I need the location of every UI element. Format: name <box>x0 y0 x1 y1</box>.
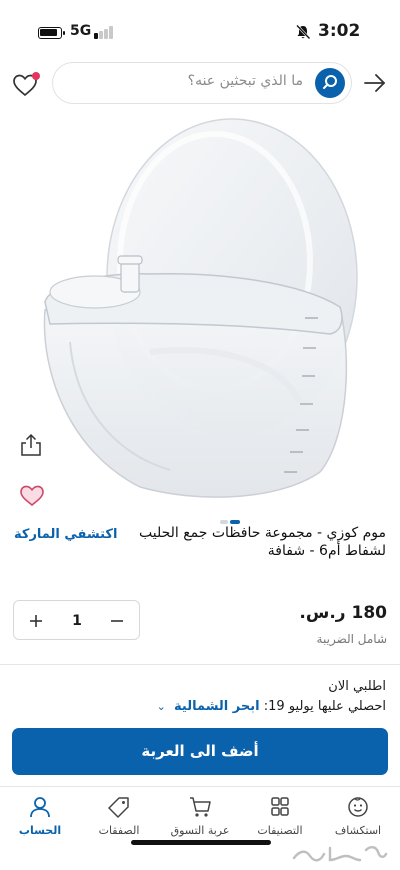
nav-explore[interactable]: استكشاف <box>320 795 396 837</box>
favorite-button[interactable] <box>18 482 46 508</box>
muted-bell-icon <box>296 24 311 40</box>
chevron-down-icon: ⌄ <box>156 700 166 713</box>
watermark-logo <box>292 846 388 862</box>
signal-icon <box>94 26 116 39</box>
search-bar[interactable] <box>52 62 352 104</box>
search-icon <box>323 75 337 89</box>
status-bar: 5G 3:02 <box>0 0 400 58</box>
clock: 3:02 <box>318 21 361 41</box>
minus-icon <box>111 620 123 622</box>
search-button[interactable] <box>315 68 345 98</box>
order-now-label: اطلبي الان <box>328 679 386 694</box>
nav-label: الصفقات <box>98 824 140 837</box>
nav-label: عربة التسوق <box>170 824 230 837</box>
increase-quantity-button[interactable] <box>16 601 56 641</box>
nav-cart[interactable]: عربة التسوق <box>162 795 238 837</box>
delivery-date: احصلي عليها يوليو 19: <box>263 699 386 714</box>
quantity-stepper: 1 <box>13 600 140 640</box>
nav-account[interactable]: الحساب <box>2 795 78 837</box>
plus-icon <box>30 615 42 627</box>
nav-label: الحساب <box>18 824 62 837</box>
home-indicator <box>131 840 271 845</box>
cart-icon <box>190 797 211 817</box>
back-arrow-icon[interactable] <box>362 70 388 96</box>
add-to-cart-button[interactable]: أضف الى العربة <box>12 728 388 775</box>
delivery-city[interactable]: ابحر الشمالية <box>174 699 260 714</box>
decrease-quantity-button[interactable] <box>97 601 137 641</box>
search-input[interactable] <box>83 73 303 89</box>
product-price: 180 ر.س. <box>299 603 387 623</box>
tax-note: شامل الضريبة <box>316 632 387 646</box>
delivery-estimate[interactable]: احصلي عليها يوليو 19: ابحر الشمالية ⌄ <box>157 699 386 714</box>
quantity-value: 1 <box>72 613 82 629</box>
divider <box>0 664 400 665</box>
product-title: موم كوزي - مجموعة حافظات جمع الحليب لشفا… <box>138 525 386 559</box>
wishlist-button[interactable] <box>10 70 40 100</box>
account-icon <box>30 797 50 818</box>
share-button[interactable] <box>18 432 44 458</box>
tag-icon <box>108 797 129 818</box>
nav-label: التصنيفات <box>257 824 303 837</box>
nav-categories[interactable]: التصنيفات <box>242 795 318 837</box>
share-icon <box>21 433 41 456</box>
product-image[interactable] <box>0 112 400 520</box>
nav-deals[interactable]: الصفقات <box>81 795 157 837</box>
categories-grid-icon <box>271 797 289 816</box>
battery-icon <box>38 27 65 39</box>
network-type: 5G <box>70 23 92 39</box>
notification-dot <box>32 72 40 80</box>
heart-icon <box>20 485 44 507</box>
nav-label: استكشاف <box>334 824 382 837</box>
explore-face-icon <box>348 797 368 817</box>
discover-brand-link[interactable]: اكتشفي الماركة <box>14 527 117 542</box>
